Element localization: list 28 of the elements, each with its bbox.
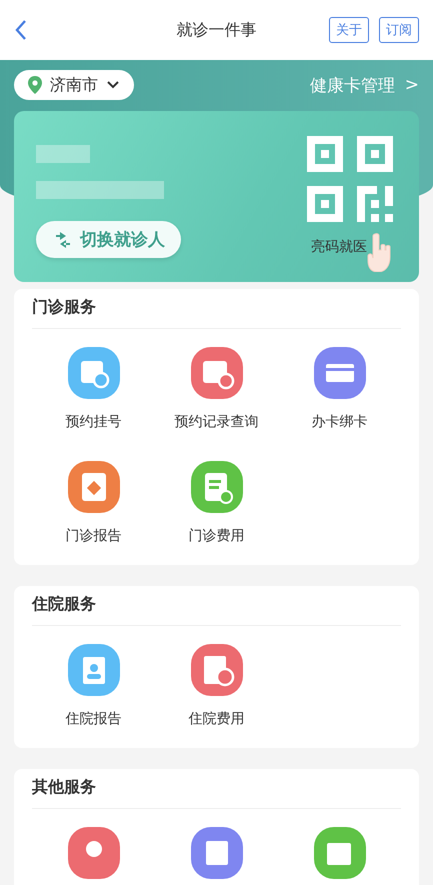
back-button[interactable] xyxy=(14,19,28,41)
service-item[interactable]: 门诊费用 xyxy=(155,443,278,557)
service-item[interactable]: 办卡绑卡 xyxy=(278,329,401,443)
service-item[interactable]: 预约挂号 xyxy=(32,329,155,443)
service-label: 预约记录查询 xyxy=(174,413,258,431)
service-item[interactable]: 住院费用 xyxy=(155,626,278,740)
hand-pointer-icon xyxy=(367,232,393,272)
service-label: 住院报告 xyxy=(66,710,122,728)
header-button[interactable]: 订阅 xyxy=(379,17,419,43)
service-item[interactable]: 住院报告 xyxy=(32,626,155,740)
section-title: 住院服务 xyxy=(32,586,401,626)
back-icon xyxy=(14,19,28,41)
service-label: 预约挂号 xyxy=(66,413,122,431)
service-label: 门诊费用 xyxy=(188,527,244,545)
service-item[interactable]: 门诊报告 xyxy=(32,443,155,557)
location-pin-icon xyxy=(28,76,42,94)
city-selector[interactable]: 济南市 xyxy=(14,70,134,100)
header-button[interactable]: 关于 xyxy=(329,17,369,43)
section-title: 其他服务 xyxy=(32,769,401,809)
section-title: 门诊服务 xyxy=(32,289,401,329)
service-label: 门诊报告 xyxy=(66,527,122,545)
blurred-block xyxy=(36,145,90,163)
chevron-down-icon xyxy=(106,80,120,90)
service-item[interactable]: 预约记录查询 xyxy=(155,329,278,443)
service-label: 办卡绑卡 xyxy=(312,413,368,431)
qr-label: 亮码就医 xyxy=(311,238,367,256)
service-label: 住院费用 xyxy=(188,710,244,728)
page-title: 就诊一件事 xyxy=(176,20,256,40)
